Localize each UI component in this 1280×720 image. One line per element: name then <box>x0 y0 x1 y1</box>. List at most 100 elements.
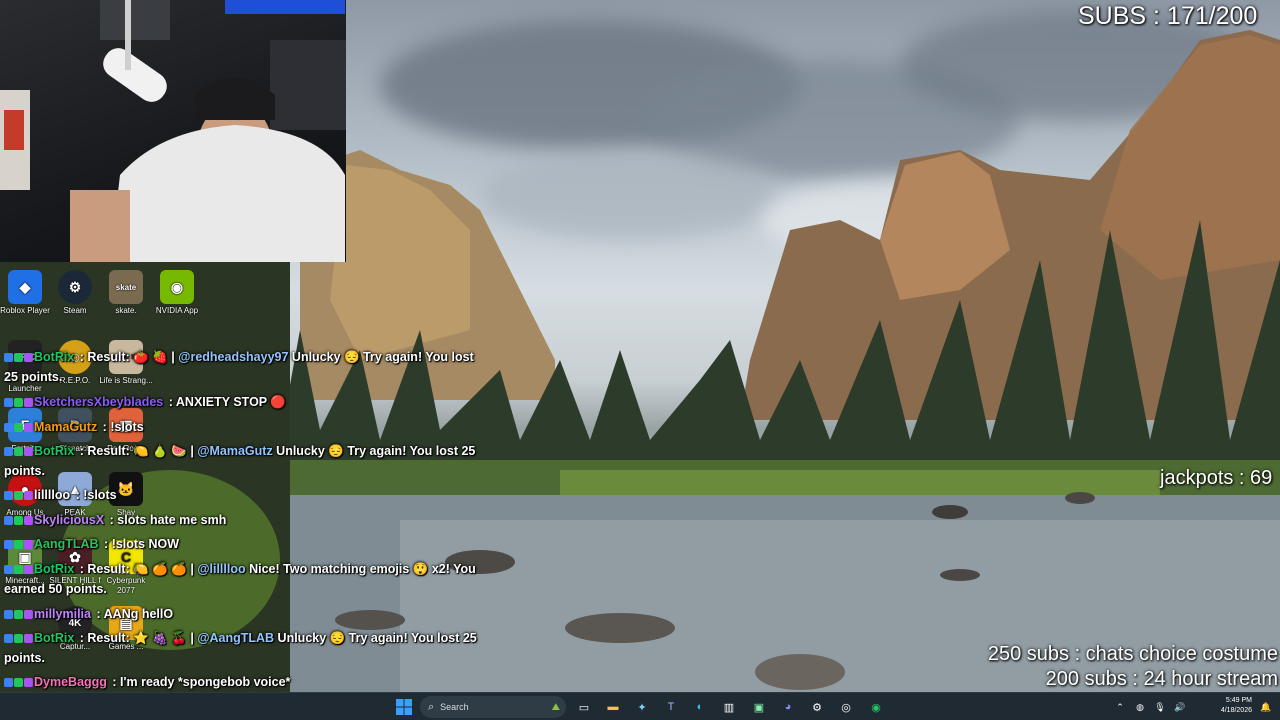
chat-badge-icon <box>24 447 33 457</box>
clock-time: 5:49 PM <box>1225 697 1252 704</box>
chat-message-continuation: points. <box>4 464 45 478</box>
chat-message: lilllloo : !slots <box>4 488 117 502</box>
obs-icon[interactable]: ◎ <box>836 697 856 717</box>
teams-icon[interactable]: T <box>661 697 681 717</box>
desktop-icon-nvidia[interactable]: ◉ NVIDIA App <box>149 270 205 316</box>
chat-badges <box>4 444 34 458</box>
chat-username[interactable]: BotRix <box>34 631 74 645</box>
chat-separator: : <box>165 395 176 409</box>
chat-badge-icon <box>24 398 33 408</box>
chat-badge-icon <box>4 540 13 550</box>
chat-message: AangTLAB : !slots NOW <box>4 537 179 551</box>
desktop-icon-epic-launcher[interactable]: EPIC Launcher <box>0 340 53 394</box>
chat-badge-icon <box>14 491 23 501</box>
chat-message: millymilia : AANg hellO <box>4 607 173 621</box>
spotify-icon[interactable]: ◉ <box>866 697 886 717</box>
chat-badge-icon <box>14 678 23 688</box>
chat-badges <box>4 420 34 434</box>
chat-message: SketchersXbeyblades : ANXIETY STOP 🔴 <box>4 395 286 410</box>
edge-icon[interactable]: ◐ <box>690 697 710 717</box>
chat-badge-icon <box>24 565 33 575</box>
chat-badge-icon <box>4 610 13 620</box>
chat-badge-icon <box>4 565 13 575</box>
chat-mention[interactable]: @lilllloo <box>197 562 245 576</box>
chat-separator: : <box>92 607 104 621</box>
discord-icon[interactable]: ◕ <box>778 697 798 717</box>
steam-icon: ⚙ <box>58 270 92 304</box>
minecraft-taskbar-icon[interactable]: ▣ <box>749 697 769 717</box>
roblox-icon: ◆ <box>8 270 42 304</box>
chat-separator: : <box>108 675 121 689</box>
windows-start-icon[interactable] <box>394 697 414 717</box>
chat-message-text: Unlucky 😔 Try again! You lost <box>288 350 474 364</box>
chat-badge-icon <box>4 447 13 457</box>
steam-taskbar-icon[interactable]: ⚙ <box>807 697 827 717</box>
chat-username[interactable]: millymilia <box>34 607 91 621</box>
chat-badge-icon <box>14 634 23 644</box>
chat-username[interactable]: SkyliciousX <box>34 513 104 527</box>
sub-goal-costume: 250 subs : chats choice costume <box>987 643 1278 665</box>
store-icon[interactable]: ▥ <box>719 697 739 717</box>
chat-badge-icon <box>4 634 13 644</box>
chat-username[interactable]: AangTLAB <box>34 537 99 551</box>
notification-bell-icon[interactable]: 🔔 <box>1256 697 1276 717</box>
chat-message-text: points. <box>4 464 45 478</box>
chat-mention[interactable]: @redheadshayy97 <box>178 350 288 364</box>
file-explorer-icon[interactable]: ▬ <box>603 697 623 717</box>
chat-badges <box>4 350 34 364</box>
chat-badge-icon <box>4 678 13 688</box>
chat-username[interactable]: BotRix <box>34 444 74 458</box>
chat-badge-icon <box>24 540 33 550</box>
chat-badges <box>4 513 34 527</box>
chevron-up-icon[interactable]: ⌃ <box>1110 697 1130 717</box>
microphone-icon[interactable]: 🎙 <box>1150 697 1170 717</box>
taskbar-search-input[interactable]: ⌕ Search ⛰ <box>420 696 566 718</box>
copilot-icon[interactable]: ✦ <box>632 697 652 717</box>
chat-message-text: !slots <box>83 488 117 502</box>
chat-badge-icon <box>4 491 13 501</box>
chat-message-text: !slots <box>110 420 144 434</box>
chat-username[interactable]: MamaGutz <box>34 420 97 434</box>
chat-badge-icon <box>4 353 13 363</box>
chat-username[interactable]: SketchersXbeyblades <box>34 395 163 409</box>
system-clock[interactable]: 5:49 PM 4/18/2026 <box>1212 696 1252 716</box>
speaker-icon[interactable]: 🔊 <box>1170 697 1190 717</box>
chat-message-text: Unlucky 😔 Try again! You lost 25 <box>274 631 477 645</box>
network-icon[interactable]: ◍ <box>1130 697 1150 717</box>
chat-badge-icon <box>4 516 13 526</box>
clock-date: 4/18/2026 <box>1220 707 1252 714</box>
chat-username[interactable]: BotRix <box>34 562 74 576</box>
chat-badge-icon <box>24 516 33 526</box>
taskbar: ⌕ Search ⛰ ▭ ▬ ✦ T ◐ ▥ ▣ ◕ ⚙ ◎ ◉ ⌃ ◍ 🎙 🔊… <box>0 692 1280 720</box>
chat-separator: : <box>76 350 88 364</box>
chat-message-text: earned 50 points. <box>4 582 107 596</box>
search-placeholder: Search <box>440 702 469 712</box>
chat-mention[interactable]: @AangTLAB <box>197 631 274 645</box>
desktop-icon-skate[interactable]: skate skate. <box>98 270 154 316</box>
chat-badge-icon <box>14 565 23 575</box>
nvidia-icon: ◉ <box>160 270 194 304</box>
sub-goal-stream: 200 subs : 24 hour stream <box>1045 668 1278 690</box>
chat-badge-icon <box>14 353 23 363</box>
chat-badges <box>4 675 34 689</box>
chat-badge-icon <box>24 353 33 363</box>
task-view-icon[interactable]: ▭ <box>574 697 594 717</box>
chat-badge-icon <box>14 516 23 526</box>
chat-badge-icon <box>14 610 23 620</box>
chat-username[interactable]: DymeBaggg <box>34 675 107 689</box>
chat-username[interactable]: lilllloo <box>34 488 70 502</box>
chat-badge-icon <box>4 398 13 408</box>
chat-mention[interactable]: @MamaGutz <box>197 444 272 458</box>
chat-message-text: Result: 🍋 🍐 🍉 | <box>87 444 198 458</box>
jackpots-counter: jackpots : 69 <box>1160 467 1273 489</box>
chat-separator: : <box>76 562 88 576</box>
chat-message: BotRix : Result: 🍋 🍐 🍉 | @MamaGutz Unluc… <box>4 444 475 459</box>
chat-separator: : <box>76 631 88 645</box>
chat-badges <box>4 562 34 576</box>
chat-message-text: Result: 🍅 🍓 | <box>87 350 179 364</box>
chat-message-text: Result: ⭐ 🍇 🍒 | <box>87 631 198 645</box>
chat-badges <box>4 488 34 502</box>
desktop-icon-steam[interactable]: ⚙ Steam <box>47 270 103 316</box>
chat-username[interactable]: BotRix <box>34 350 74 364</box>
desktop-icon-roblox[interactable]: ◆ Roblox Player <box>0 270 53 316</box>
